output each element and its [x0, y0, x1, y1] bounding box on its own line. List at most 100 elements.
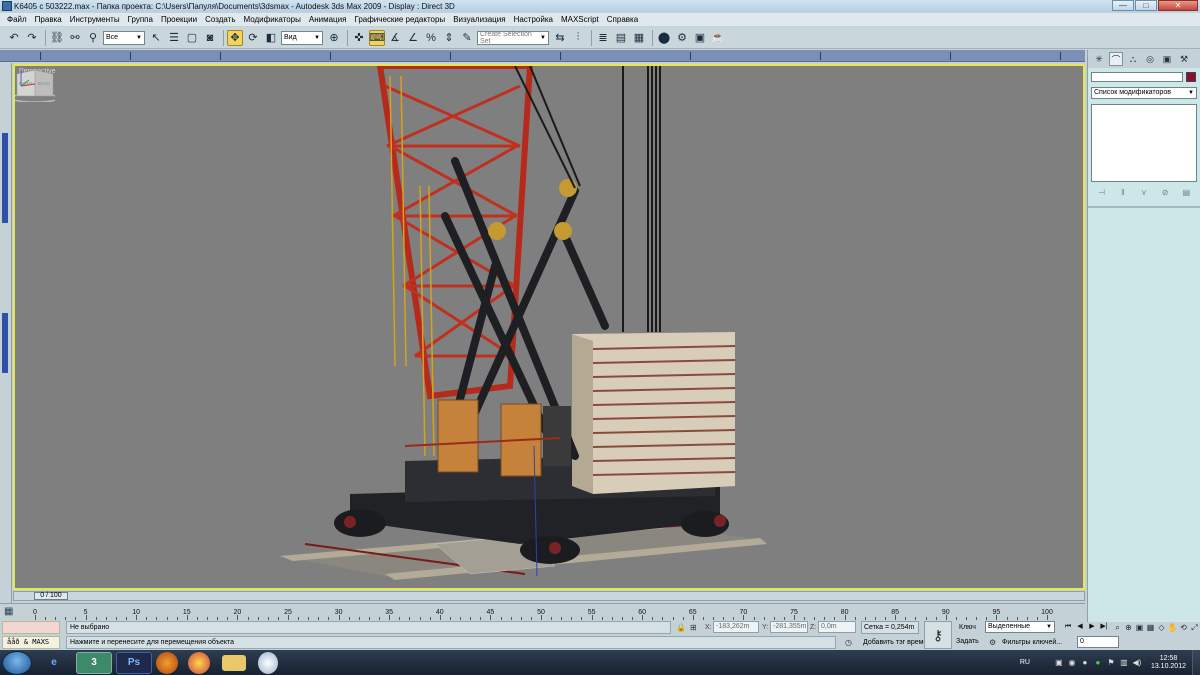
material-editor-icon[interactable]: ⬤ — [656, 30, 672, 46]
play-icon[interactable]: ▶ — [1086, 621, 1098, 633]
next-frame-icon[interactable]: ▶| — [1098, 621, 1110, 633]
tray-app-icon[interactable]: ● — [1093, 658, 1103, 668]
absolute-mode-icon[interactable]: ⊞ — [690, 622, 700, 633]
menu-maxscript[interactable]: MAXScript — [557, 15, 603, 24]
key-filters-button[interactable]: Фильтры ключей... — [1002, 639, 1062, 646]
display-tab-icon[interactable]: ▣ — [1160, 52, 1174, 66]
select-object-icon[interactable]: ↖ — [148, 30, 164, 46]
render-setup-icon[interactable]: ⚙ — [674, 30, 690, 46]
key-filter-select[interactable]: Выделенные ▼ — [985, 621, 1055, 633]
scale-icon[interactable]: ◧ — [263, 30, 279, 46]
pivot-center-icon[interactable]: ⊕ — [326, 30, 342, 46]
undo-icon[interactable]: ↶ — [6, 30, 22, 46]
menu-graph-editors[interactable]: Графические редакторы — [350, 15, 449, 24]
tray-app-icon[interactable]: ⚑ — [1106, 658, 1116, 668]
modifier-stack[interactable] — [1091, 104, 1197, 182]
set-key-icon[interactable]: ⚷ — [924, 621, 952, 649]
object-color-swatch[interactable] — [1186, 72, 1196, 82]
remove-modifier-icon[interactable]: ⊘ — [1159, 187, 1171, 199]
maximize-viewport-icon[interactable]: ⤢ — [1189, 621, 1200, 634]
close-button[interactable]: ✕ — [1158, 0, 1198, 11]
modify-tab-icon[interactable]: ⌒ — [1109, 52, 1123, 66]
set-key-button[interactable]: Задать — [956, 638, 979, 645]
pin-stack-icon[interactable]: ⊣ — [1096, 187, 1108, 199]
time-slider[interactable]: 0 / 100 — [13, 591, 1085, 601]
x-coordinate-field[interactable]: -183,262m — [713, 621, 759, 633]
hierarchy-tab-icon[interactable]: ⛬ — [1126, 52, 1140, 66]
perspective-viewport[interactable]: Perspective — [13, 64, 1085, 590]
time-slider-thumb[interactable]: 0 / 100 — [34, 592, 68, 600]
key-filters-icon[interactable]: ⚙ — [989, 637, 999, 648]
selection-filter-select[interactable]: Все ▼ — [103, 30, 145, 45]
move-icon[interactable]: ✥ — [227, 29, 243, 46]
zoom-all-icon[interactable]: ⊕ — [1123, 621, 1134, 634]
rendered-frame-window-icon[interactable]: ▣ — [692, 30, 708, 46]
zoom-icon[interactable]: ⌕ — [1112, 621, 1123, 634]
auto-key-button[interactable]: Ключ — [959, 624, 976, 631]
time-tag-icon[interactable]: ◷ — [845, 637, 855, 648]
keyboard-shortcut-icon[interactable]: ⌨ — [369, 29, 385, 46]
quick-render-icon[interactable]: ☕ — [710, 30, 726, 46]
layer-manager-icon[interactable]: ≣ — [595, 30, 611, 46]
rotate-icon[interactable]: ⟳ — [245, 30, 261, 46]
percent-snap-icon[interactable]: % — [423, 30, 439, 46]
tray-app-icon[interactable]: ▣ — [1054, 658, 1064, 668]
minimize-button[interactable]: — — [1112, 0, 1134, 11]
pan-icon[interactable]: ✋ — [1167, 621, 1178, 634]
unlink-icon[interactable]: ⚯ — [67, 30, 83, 46]
menu-group[interactable]: Группа — [124, 15, 157, 24]
track-bar[interactable]: ▦ 0 5 10 15 20 25 30 35 40 45 50 55 60 65 70 75 80 85 90 95… — [0, 603, 1085, 620]
clock[interactable]: 12:58 13.10.2012 — [1151, 655, 1186, 671]
z-coordinate-field[interactable]: 0,0m — [818, 621, 856, 633]
taskbar-chrome-icon[interactable] — [188, 651, 210, 674]
reference-coord-select[interactable]: Вид ▼ — [281, 30, 323, 45]
window-crossing-icon[interactable]: ◙ — [202, 30, 218, 46]
angle-snap-icon[interactable]: ∠ — [405, 30, 421, 46]
mirror-icon[interactable]: ⇆ — [552, 30, 568, 46]
snap-toggle-icon[interactable]: ∡ — [387, 30, 403, 46]
volume-icon[interactable]: ◀) — [1132, 658, 1142, 668]
maxscript-mini-listener[interactable]: ååð & MAXS — [2, 636, 60, 649]
menu-file[interactable]: Файл — [3, 15, 31, 24]
zoom-extents-icon[interactable]: ▣ — [1134, 621, 1145, 634]
menu-rendering[interactable]: Визуализация — [449, 15, 509, 24]
taskbar-folder-icon[interactable] — [222, 654, 246, 671]
menu-customize[interactable]: Настройка — [510, 15, 557, 24]
menu-create[interactable]: Создать — [201, 15, 239, 24]
maximize-button[interactable]: □ — [1135, 0, 1157, 11]
taskbar-ie-icon[interactable]: e — [36, 652, 72, 674]
y-coordinate-field[interactable]: -281,355m — [770, 621, 808, 633]
menu-help[interactable]: Справка — [603, 15, 642, 24]
menu-edit[interactable]: Правка — [31, 15, 66, 24]
network-icon[interactable]: ▥ — [1119, 658, 1129, 668]
redo-icon[interactable]: ↷ — [24, 30, 40, 46]
show-end-result-icon[interactable]: ‖ — [1117, 187, 1129, 199]
select-manipulate-icon[interactable]: ✜ — [351, 30, 367, 46]
show-desktop-button[interactable] — [1192, 650, 1200, 675]
mini-curve-editor-icon[interactable]: ▦ — [4, 606, 18, 618]
taskbar-3dsmax-icon[interactable]: 3 — [76, 651, 112, 674]
taskbar-firefox-icon[interactable] — [156, 651, 178, 674]
curve-editor-icon[interactable]: ▤ — [613, 30, 629, 46]
app-icon[interactable] — [2, 1, 12, 11]
menu-animation[interactable]: Анимация — [305, 15, 351, 24]
link-icon[interactable]: ⛓ — [49, 30, 65, 46]
menu-views[interactable]: Проекции — [157, 15, 201, 24]
taskbar-photoshop-icon[interactable]: Ps — [116, 651, 152, 674]
bind-spacewarp-icon[interactable]: ⚲ — [85, 30, 101, 46]
go-to-start-icon[interactable]: ⏮ — [1062, 621, 1074, 633]
select-by-name-icon[interactable]: ☰ — [166, 30, 182, 46]
maxscript-listener-mini[interactable] — [2, 621, 60, 634]
tray-app-icon[interactable]: ◉ — [1067, 658, 1077, 668]
tray-app-icon[interactable]: ● — [1080, 658, 1090, 668]
menu-tools[interactable]: Инструменты — [66, 15, 124, 24]
modifier-list-select[interactable]: Список модификаторов ▼ — [1091, 87, 1197, 99]
edit-named-selection-icon[interactable]: ✎ — [459, 30, 475, 46]
align-icon[interactable]: ⫶ — [570, 30, 586, 46]
language-indicator[interactable]: RU — [1020, 659, 1030, 666]
zoom-extents-all-icon[interactable]: ▦ — [1145, 621, 1156, 634]
rectangle-selection-icon[interactable]: ▢ — [184, 30, 200, 46]
lock-icon[interactable]: 🔒 — [676, 622, 686, 633]
object-name-field[interactable] — [1091, 72, 1183, 82]
schematic-view-icon[interactable]: ▦ — [631, 30, 647, 46]
